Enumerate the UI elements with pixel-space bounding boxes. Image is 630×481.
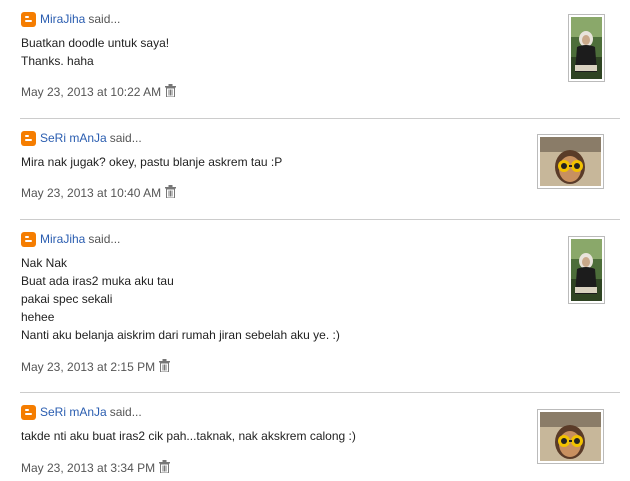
comment-line: Thanks. haha — [21, 54, 94, 68]
comment-footer: May 23, 2013 at 10:40 AM — [21, 185, 177, 201]
blogger-icon — [21, 231, 36, 247]
comment-line: Nanti aku belanja aiskrim dari rumah jir… — [21, 328, 340, 342]
seri-avatar[interactable] — [537, 134, 604, 189]
comment-author-line: SeRi mAnJa said... — [21, 129, 142, 147]
trash-icon[interactable] — [159, 359, 171, 375]
comment-timestamp[interactable]: May 23, 2013 at 10:22 AM — [21, 85, 161, 99]
comments-section: MiraJiha said... Buatkan doodle untuk sa… — [0, 0, 630, 481]
said-label: said... — [88, 12, 121, 26]
trash-icon[interactable] — [159, 460, 171, 476]
mira-avatar[interactable] — [568, 236, 605, 304]
comment-item: MiraJiha said... Nak Nak Buat ada iras2 … — [0, 220, 630, 392]
comment-line: Nak Nak — [21, 256, 68, 270]
comment-footer: May 23, 2013 at 10:22 AM — [21, 84, 177, 100]
comment-author-line: MiraJiha said... — [21, 230, 120, 248]
comment-author-link[interactable]: MiraJiha — [40, 232, 85, 246]
comment-line: Buat ada iras2 muka aku tau — [21, 274, 174, 288]
comment-body: Mira nak jugak? okey, pastu blanje askre… — [21, 153, 282, 171]
trash-icon[interactable] — [165, 84, 177, 100]
comment-timestamp[interactable]: May 23, 2013 at 2:15 PM — [21, 360, 155, 374]
blogger-icon — [21, 404, 36, 420]
trash-icon[interactable] — [165, 185, 177, 201]
comment-line: takde nti aku buat iras2 cik pah...takna… — [21, 429, 356, 443]
mira-avatar[interactable] — [568, 14, 605, 82]
comment-author-line: MiraJiha said... — [21, 10, 120, 28]
comment-author-link[interactable]: MiraJiha — [40, 12, 85, 26]
comment-item: SeRi mAnJa said... Mira nak jugak? okey,… — [0, 119, 630, 219]
blogger-icon — [21, 11, 36, 27]
comment-body: Nak Nak Buat ada iras2 muka aku tau paka… — [21, 254, 340, 344]
comment-line: hehee — [21, 310, 55, 324]
comment-footer: May 23, 2013 at 2:15 PM — [21, 359, 171, 375]
comment-body: takde nti aku buat iras2 cik pah...takna… — [21, 427, 356, 445]
comment-footer: May 23, 2013 at 3:34 PM — [21, 460, 171, 476]
said-label: said... — [109, 131, 142, 145]
said-label: said... — [109, 405, 142, 419]
comment-body: Buatkan doodle untuk saya! Thanks. haha — [21, 34, 169, 70]
comment-line: Buatkan doodle untuk saya! — [21, 36, 170, 50]
comment-line: Mira nak jugak? okey, pastu blanje askre… — [21, 155, 283, 169]
comment-item: SeRi mAnJa said... takde nti aku buat ir… — [0, 393, 630, 481]
comment-line: pakai spec sekali — [21, 292, 113, 306]
comment-author-link[interactable]: SeRi mAnJa — [40, 131, 107, 145]
comment-item: MiraJiha said... Buatkan doodle untuk sa… — [0, 0, 630, 118]
said-label: said... — [88, 232, 121, 246]
blogger-icon — [21, 130, 36, 146]
comment-author-line: SeRi mAnJa said... — [21, 403, 142, 421]
comment-author-link[interactable]: SeRi mAnJa — [40, 405, 107, 419]
comment-timestamp[interactable]: May 23, 2013 at 3:34 PM — [21, 461, 155, 475]
comment-timestamp[interactable]: May 23, 2013 at 10:40 AM — [21, 186, 161, 200]
seri-avatar[interactable] — [537, 409, 604, 464]
